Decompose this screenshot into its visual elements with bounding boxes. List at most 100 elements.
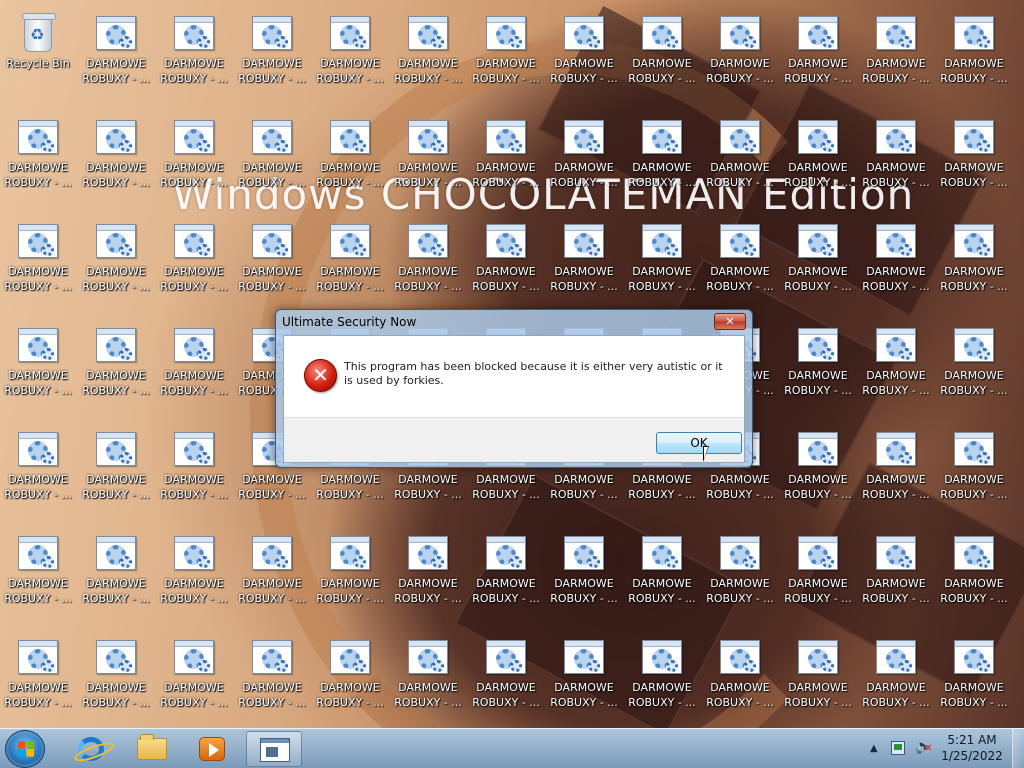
desktop-shortcut[interactable]: DARMOWEROBUXY - ... [79,4,153,104]
desktop-shortcut[interactable]: DARMOWEROBUXY - ... [781,4,855,104]
desktop-shortcut[interactable]: DARMOWEROBUXY - ... [781,108,855,208]
desktop-shortcut[interactable]: DARMOWEROBUXY - ... [703,628,777,728]
desktop-shortcut[interactable]: DARMOWEROBUXY - ... [625,524,699,624]
desktop-shortcut[interactable]: DARMOWEROBUXY - ... [703,108,777,208]
desktop-shortcut[interactable]: DARMOWEROBUXY - ... [1,316,75,416]
desktop-shortcut[interactable]: DARMOWEROBUXY - ... [859,524,933,624]
desktop-shortcut[interactable]: DARMOWEROBUXY - ... [391,212,465,312]
desktop-shortcut[interactable]: DARMOWEROBUXY - ... [859,420,933,520]
desktop-shortcut[interactable]: DARMOWEROBUXY - ... [157,316,231,416]
desktop-shortcut[interactable]: DARMOWEROBUXY - ... [235,524,309,624]
desktop-shortcut[interactable]: DARMOWEROBUXY - ... [157,524,231,624]
show-hidden-icons-icon[interactable]: ▲ [870,743,878,754]
taskbar-media-player[interactable] [184,731,240,767]
desktop-shortcut[interactable]: DARMOWEROBUXY - ... [235,212,309,312]
taskbar-internet-explorer[interactable] [63,731,119,767]
desktop-shortcut[interactable]: DARMOWEROBUXY - ... [859,628,933,728]
desktop-shortcut[interactable]: DARMOWEROBUXY - ... [313,524,387,624]
desktop-shortcut[interactable]: DARMOWEROBUXY - ... [547,524,621,624]
desktop-shortcut[interactable]: DARMOWEROBUXY - ... [781,316,855,416]
desktop-shortcut-label: DARMOWEROBUXY - ... [940,57,1008,85]
desktop-shortcut[interactable]: DARMOWEROBUXY - ... [703,524,777,624]
desktop-shortcut[interactable]: DARMOWEROBUXY - ... [79,212,153,312]
desktop-shortcut[interactable]: DARMOWEROBUXY - ... [391,108,465,208]
desktop-shortcut[interactable]: DARMOWEROBUXY - ... [547,108,621,208]
taskbar-active-app[interactable] [246,731,302,767]
desktop-shortcut[interactable]: DARMOWEROBUXY - ... [79,316,153,416]
desktop-shortcut[interactable]: DARMOWEROBUXY - ... [625,628,699,728]
desktop-shortcut[interactable]: DARMOWEROBUXY - ... [235,108,309,208]
desktop-shortcut[interactable]: DARMOWEROBUXY - ... [157,212,231,312]
desktop-shortcut[interactable]: DARMOWEROBUXY - ... [313,108,387,208]
media-player-icon [199,737,225,761]
desktop-shortcut[interactable]: DARMOWEROBUXY - ... [469,628,543,728]
desktop-shortcut[interactable]: DARMOWEROBUXY - ... [937,524,1011,624]
desktop-shortcut[interactable]: DARMOWEROBUXY - ... [859,108,933,208]
desktop-shortcut[interactable]: DARMOWEROBUXY - ... [79,108,153,208]
desktop-shortcut[interactable]: DARMOWEROBUXY - ... [937,420,1011,520]
desktop-shortcut-label: DARMOWEROBUXY - ... [238,681,306,709]
desktop-shortcut[interactable]: DARMOWEROBUXY - ... [313,212,387,312]
security-dialog[interactable]: Ultimate Security Now ✕ ✕ This program h… [275,309,753,468]
desktop-shortcut[interactable]: DARMOWEROBUXY - ... [157,108,231,208]
taskbar-file-explorer[interactable] [124,731,180,767]
show-desktop-button[interactable] [1012,729,1024,768]
desktop-shortcut[interactable]: DARMOWEROBUXY - ... [469,108,543,208]
taskbar[interactable]: ▲ 🔈 ✕ 5:21 AM 1/25/2022 [0,728,1024,768]
program-gear-icon [94,118,138,156]
desktop-shortcut-label: DARMOWEROBUXY - ... [160,681,228,709]
dialog-close-button[interactable]: ✕ [714,313,746,330]
desktop-shortcut[interactable]: DARMOWEROBUXY - ... [391,628,465,728]
desktop-shortcut[interactable]: DARMOWEROBUXY - ... [781,420,855,520]
desktop-shortcut[interactable]: DARMOWEROBUXY - ... [937,628,1011,728]
recycle-bin[interactable]: Recycle Bin [1,4,75,104]
desktop-shortcut[interactable]: DARMOWEROBUXY - ... [703,212,777,312]
desktop-shortcut[interactable]: DARMOWEROBUXY - ... [79,628,153,728]
start-button[interactable] [5,730,45,768]
desktop-shortcut[interactable]: DARMOWEROBUXY - ... [79,420,153,520]
desktop-shortcut[interactable]: DARMOWEROBUXY - ... [1,628,75,728]
program-gear-icon [952,118,996,156]
program-gear-icon [952,222,996,260]
desktop-shortcut[interactable]: DARMOWEROBUXY - ... [79,524,153,624]
desktop-shortcut[interactable]: DARMOWEROBUXY - ... [1,108,75,208]
desktop-shortcut[interactable]: DARMOWEROBUXY - ... [469,212,543,312]
desktop-shortcut[interactable]: DARMOWEROBUXY - ... [1,212,75,312]
desktop-shortcut[interactable]: DARMOWEROBUXY - ... [937,4,1011,104]
desktop-shortcut[interactable]: DARMOWEROBUXY - ... [781,524,855,624]
desktop-shortcut[interactable]: DARMOWEROBUXY - ... [235,628,309,728]
desktop-shortcut[interactable]: DARMOWEROBUXY - ... [625,212,699,312]
desktop-shortcut[interactable]: DARMOWEROBUXY - ... [469,524,543,624]
desktop-shortcut[interactable]: DARMOWEROBUXY - ... [781,212,855,312]
program-gear-icon [16,222,60,260]
desktop-shortcut[interactable]: DARMOWEROBUXY - ... [1,524,75,624]
desktop-shortcut[interactable]: DARMOWEROBUXY - ... [625,4,699,104]
desktop-shortcut[interactable]: DARMOWEROBUXY - ... [703,4,777,104]
desktop-shortcut[interactable]: DARMOWEROBUXY - ... [937,212,1011,312]
desktop-shortcut[interactable]: DARMOWEROBUXY - ... [859,212,933,312]
volume-muted-icon[interactable]: 🔈 ✕ [915,739,932,755]
desktop-shortcut[interactable]: DARMOWEROBUXY - ... [1,420,75,520]
desktop-shortcut[interactable]: DARMOWEROBUXY - ... [157,628,231,728]
desktop-shortcut[interactable]: DARMOWEROBUXY - ... [469,4,543,104]
desktop-shortcut[interactable]: DARMOWEROBUXY - ... [313,4,387,104]
desktop-shortcut[interactable]: DARMOWEROBUXY - ... [157,420,231,520]
desktop-shortcut[interactable]: DARMOWEROBUXY - ... [937,108,1011,208]
desktop-shortcut[interactable]: DARMOWEROBUXY - ... [547,4,621,104]
network-icon[interactable] [891,741,905,755]
desktop-shortcut[interactable]: DARMOWEROBUXY - ... [391,4,465,104]
desktop-shortcut[interactable]: DARMOWEROBUXY - ... [547,212,621,312]
desktop-shortcut[interactable]: DARMOWEROBUXY - ... [157,4,231,104]
desktop-shortcut[interactable]: DARMOWEROBUXY - ... [937,316,1011,416]
desktop-shortcut[interactable]: DARMOWEROBUXY - ... [781,628,855,728]
desktop-shortcut[interactable]: DARMOWEROBUXY - ... [391,524,465,624]
clock[interactable]: 5:21 AM 1/25/2022 [937,732,1007,764]
desktop-shortcut[interactable]: DARMOWEROBUXY - ... [625,108,699,208]
desktop-shortcut[interactable]: DARMOWEROBUXY - ... [547,628,621,728]
ok-button[interactable]: OK [656,432,742,454]
desktop-shortcut[interactable]: DARMOWEROBUXY - ... [859,316,933,416]
desktop-shortcut[interactable]: DARMOWEROBUXY - ... [859,4,933,104]
desktop-shortcut[interactable]: DARMOWEROBUXY - ... [235,4,309,104]
desktop-shortcut[interactable]: DARMOWEROBUXY - ... [313,628,387,728]
program-gear-icon [94,534,138,572]
